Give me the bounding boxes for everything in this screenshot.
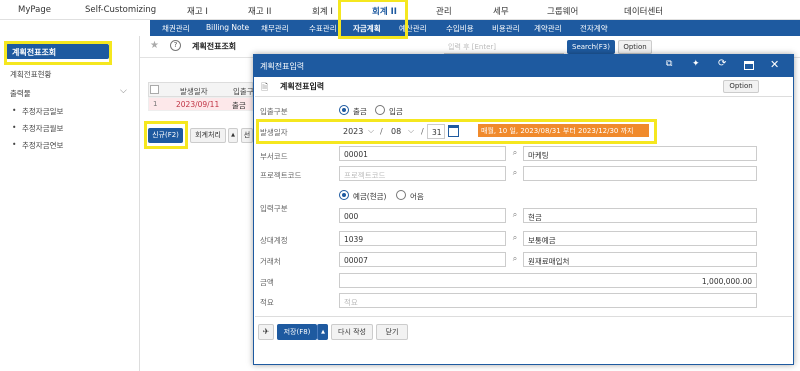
bullet-icon: • xyxy=(12,140,17,149)
row-date-link[interactable]: 2023/09/11 xyxy=(176,100,219,109)
project-name-input[interactable] xyxy=(523,166,757,181)
select-all-checkbox[interactable] xyxy=(150,85,159,94)
memo-input[interactable]: 적요 xyxy=(339,293,757,308)
star-icon[interactable]: ★ xyxy=(150,40,159,51)
nav-groupware[interactable]: 그룹웨어 xyxy=(547,5,578,17)
project-label: 프로젝트코드 xyxy=(260,171,302,180)
search-icon[interactable]: ⌕ xyxy=(509,168,521,182)
divider xyxy=(255,316,792,317)
row-number: 1 xyxy=(153,100,158,108)
sidebar-item-yearly[interactable]: 추정자금연보 xyxy=(22,140,63,151)
highlight-nav-accounting xyxy=(338,0,408,39)
nav-mypage[interactable]: MyPage xyxy=(18,5,51,15)
nav-tax[interactable]: 세무 xyxy=(493,5,509,17)
page-title: 계획전표조회 xyxy=(192,42,237,51)
column-date-header[interactable]: 발생일자 xyxy=(180,86,208,97)
input-type-name-input[interactable]: 현금 xyxy=(523,208,757,223)
dept-code-input[interactable]: 00001 xyxy=(339,146,506,161)
input-type-label: 입력구분 xyxy=(260,204,288,213)
nav-datacenter[interactable]: 데이터센터 xyxy=(624,5,663,17)
caret-up-icon[interactable]: ▲ xyxy=(228,128,238,143)
modal-window-title: 계획전표입력 xyxy=(260,62,305,71)
counter-account-code-input[interactable]: 1039 xyxy=(339,231,506,246)
dept-name-input[interactable]: 마케팅 xyxy=(523,146,757,161)
sidebar-item-daily[interactable]: 추정자금일보 xyxy=(22,106,63,117)
search-icon[interactable]: ⌕ xyxy=(509,148,521,162)
divider xyxy=(255,96,792,97)
nav-self-customizing[interactable]: Self-Customizing xyxy=(85,5,156,15)
nav-management[interactable]: 관리 xyxy=(436,5,452,17)
amount-input[interactable]: 1,000,000.00 xyxy=(339,273,757,288)
maximize-icon[interactable] xyxy=(744,61,754,70)
radio-withdrawal-label[interactable]: 출금 xyxy=(353,106,367,117)
bullet-icon: • xyxy=(12,123,17,132)
external-link-icon[interactable]: ⧉ xyxy=(666,59,672,69)
counter-account-label: 상대계정 xyxy=(260,236,288,245)
sidebar-item-plan-voucher-status[interactable]: 계획전표현황 xyxy=(10,69,51,80)
subnav-checks[interactable]: 수표관리 xyxy=(309,23,337,34)
subnav-receivables[interactable]: 채권관리 xyxy=(162,23,190,34)
document-icon: 🗎 xyxy=(261,83,269,93)
radio-deposit-cash[interactable] xyxy=(339,190,349,200)
radio-deposit[interactable] xyxy=(375,105,385,115)
chevron-down-icon[interactable]: ⌵ xyxy=(120,86,127,96)
project-code-input[interactable]: 프로젝트코드 xyxy=(339,166,506,181)
sidebar xyxy=(0,36,140,371)
sidebar-group-output[interactable]: 출력물 xyxy=(10,88,31,99)
modal-header-title: 계획전표입력 xyxy=(280,82,325,91)
radio-deposit-cash-label[interactable]: 예금(현금) xyxy=(353,191,386,202)
modal-option-button[interactable]: Option xyxy=(723,80,759,93)
refresh-icon[interactable]: ⟳ xyxy=(718,58,726,69)
pin-icon[interactable]: ✦ xyxy=(692,59,700,69)
subnav-income-expense[interactable]: 수입비용 xyxy=(446,23,474,34)
search-icon[interactable]: ⌕ xyxy=(509,210,521,224)
radio-deposit-label[interactable]: 입금 xyxy=(389,106,403,117)
nav-inventory-2[interactable]: 재고 II xyxy=(248,5,271,17)
counter-account-name-input[interactable]: 보통예금 xyxy=(523,231,757,246)
vendor-name-input[interactable]: 원재료매입처 xyxy=(523,252,757,267)
highlight-sidebar xyxy=(4,41,112,65)
highlight-new-button xyxy=(144,121,188,149)
input-type-code-input[interactable]: 000 xyxy=(339,208,506,223)
radio-bill-label[interactable]: 어음 xyxy=(410,191,424,202)
bullet-icon: • xyxy=(12,106,17,115)
sidebar-item-monthly[interactable]: 추정자금월보 xyxy=(22,123,63,134)
search-icon[interactable]: ⌕ xyxy=(509,233,521,247)
subnav-billing-note[interactable]: Billing Note xyxy=(206,23,249,32)
subnav-contracts[interactable]: 계약관리 xyxy=(534,23,562,34)
close-icon[interactable]: ✕ xyxy=(770,58,779,71)
save-button[interactable]: 저장(F8) xyxy=(277,324,317,340)
send-icon[interactable]: ✈ xyxy=(258,324,274,340)
amount-label: 금액 xyxy=(260,278,274,287)
inout-label: 입출구분 xyxy=(260,107,288,116)
modal-titlebar: 계획전표입력 ⧉ ✦ ⟳ ✕ xyxy=(254,55,793,77)
search-icon[interactable]: ⌕ xyxy=(509,254,521,268)
vendor-label: 거래처 xyxy=(260,257,281,266)
search-input[interactable]: 입력 후 [Enter] xyxy=(444,40,564,54)
vendor-code-input[interactable]: 00007 xyxy=(339,252,506,267)
row-type: 출금 xyxy=(232,101,246,110)
column-type-header[interactable]: 입출구 xyxy=(233,86,254,97)
memo-label: 적요 xyxy=(260,298,274,307)
caret-up-icon[interactable]: ▲ xyxy=(317,324,328,340)
option-button[interactable]: Option xyxy=(618,40,652,54)
extra-button[interactable]: 선 xyxy=(241,128,253,143)
search-button[interactable]: Search(F3) xyxy=(567,40,615,54)
accounting-button[interactable]: 회계처리 xyxy=(190,128,226,143)
nav-accounting-1[interactable]: 회계 I xyxy=(312,5,333,17)
sub-navigation: 채권관리 Billing Note 채무관리 수표관리 자금계획 예산관리 수입… xyxy=(150,20,800,36)
close-button[interactable]: 닫기 xyxy=(376,324,408,340)
help-icon[interactable]: ? xyxy=(170,40,181,51)
subnav-expense-mgmt[interactable]: 비용관리 xyxy=(492,23,520,34)
subnav-payables[interactable]: 채무관리 xyxy=(261,23,289,34)
highlight-date-row xyxy=(256,119,657,144)
dept-label: 부서코드 xyxy=(260,152,288,161)
nav-inventory-1[interactable]: 재고 I xyxy=(187,5,208,17)
radio-bill[interactable] xyxy=(396,190,406,200)
radio-withdrawal[interactable] xyxy=(339,105,349,115)
subnav-e-contracts[interactable]: 전자계약 xyxy=(580,23,608,34)
rewrite-button[interactable]: 다시 작성 xyxy=(331,324,373,340)
